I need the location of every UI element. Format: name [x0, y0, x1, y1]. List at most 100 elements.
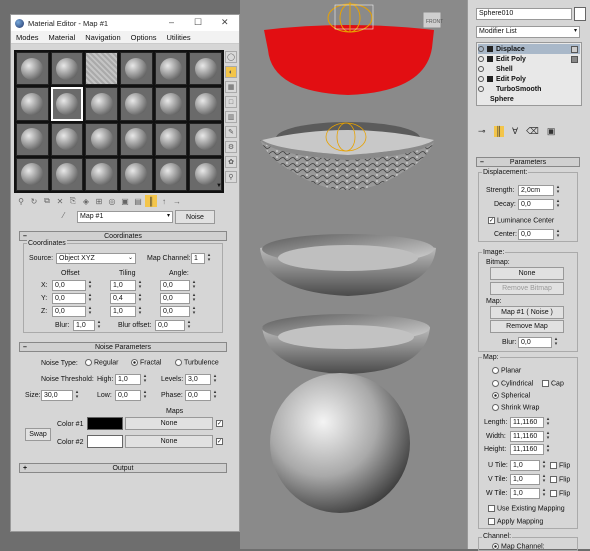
menu-options[interactable]: Options — [126, 33, 162, 42]
sample-slot-selected[interactable] — [50, 87, 84, 121]
assign-to-selection-icon[interactable]: ⧉ — [41, 195, 53, 207]
get-material-icon[interactable]: ⚲ — [15, 195, 27, 207]
lightbulb-icon[interactable] — [478, 66, 484, 72]
angle-x-spinner[interactable]: ▴ ▾ — [191, 280, 197, 291]
tiling-y-spinner[interactable]: ▴ ▾ — [137, 293, 143, 304]
cap-checkbox-row[interactable]: Cap — [542, 380, 564, 387]
size-field[interactable]: 30,0 — [41, 390, 73, 401]
put-to-library-icon[interactable]: ⊞ — [93, 195, 105, 207]
sample-slot[interactable] — [16, 157, 49, 191]
tiling-y-field[interactable]: 0,4 — [110, 293, 136, 304]
menu-material[interactable]: Material — [44, 33, 81, 42]
offset-z-field[interactable]: 0,0 — [52, 306, 86, 317]
map-channel-field[interactable]: 1 — [191, 253, 205, 264]
sample-slot[interactable] — [154, 157, 188, 191]
stack-item-edit-poly[interactable]: Edit Poly — [478, 74, 580, 84]
radio-cylindrical[interactable] — [492, 380, 499, 387]
stack-item-toggle-icon[interactable] — [571, 45, 578, 53]
height-field[interactable]: 11,1160 — [510, 444, 544, 455]
make-unique-icon[interactable]: ◈ — [80, 195, 92, 207]
configure-modifier-sets-icon[interactable]: ▣ — [547, 126, 556, 137]
map-type-spherical[interactable]: Spherical — [492, 392, 530, 399]
expand-icon[interactable] — [487, 46, 493, 52]
angle-z-field[interactable]: 0,0 — [160, 306, 190, 317]
sample-slot[interactable] — [85, 122, 118, 156]
make-unique-icon[interactable]: ∀ — [512, 126, 518, 137]
sample-slot[interactable] — [50, 157, 84, 191]
remove-map-button[interactable]: Remove Map — [490, 320, 564, 333]
remove-bitmap-button[interactable]: Remove Bitmap — [490, 282, 564, 295]
low-field[interactable]: 0,0 — [115, 390, 141, 401]
pin-stack-icon[interactable]: ⊸ — [478, 126, 486, 137]
blur-spinner[interactable]: ▴ ▾ — [96, 320, 102, 331]
blur-field[interactable]: 0,0 — [518, 337, 552, 348]
noise-type-fractal[interactable]: Fractal — [131, 359, 161, 366]
use-existing-mapping-row[interactable]: Use Existing Mapping — [488, 505, 565, 512]
radio-planar[interactable] — [492, 367, 499, 374]
copy-material-icon[interactable]: ⎘ — [67, 195, 79, 207]
stack-item-edit-poly[interactable]: Edit Poly — [478, 54, 580, 64]
maximize-icon[interactable]: ☐ — [194, 17, 202, 28]
phase-field[interactable]: 0,0 — [185, 390, 211, 401]
sample-slot[interactable] — [154, 87, 188, 121]
radio-turbulence[interactable] — [175, 359, 182, 366]
source-dropdown[interactable]: Object XYZ ⌄ — [56, 253, 136, 264]
sample-slot[interactable] — [16, 122, 49, 156]
map-channel-spinner[interactable]: ▴ ▾ — [206, 253, 212, 264]
length-field[interactable]: 11,1160 — [510, 417, 544, 428]
low-spinner[interactable]: ▴ ▾ — [142, 390, 148, 401]
offset-x-spinner[interactable]: ▴ ▾ — [87, 280, 93, 291]
sample-slot[interactable] — [16, 52, 49, 86]
color1-swatch[interactable] — [87, 417, 123, 430]
stack-item-displace[interactable]: Displace — [478, 44, 580, 54]
uv-tiling-icon[interactable]: □ — [225, 96, 237, 108]
remove-modifier-icon[interactable]: ⌫ — [526, 126, 539, 137]
show-map-icon[interactable]: ▣ — [119, 195, 131, 207]
tiling-x-spinner[interactable]: ▴ ▾ — [137, 280, 143, 291]
apply-mapping-checkbox[interactable] — [488, 518, 495, 525]
menu-modes[interactable]: Modes — [11, 33, 44, 42]
parameters-rollout-header[interactable]: – Parameters — [476, 157, 580, 167]
options-icon[interactable]: ⚙ — [225, 141, 237, 153]
luminance-center-checkbox-row[interactable]: ✓ Luminance Center — [488, 217, 554, 224]
stack-item-sphere[interactable]: Sphere — [490, 94, 590, 104]
sample-slot[interactable] — [189, 87, 222, 121]
sample-type-icon[interactable]: ◯ — [225, 51, 237, 63]
sample-slot[interactable] — [85, 157, 118, 191]
blur-offset-spinner[interactable]: ▴ ▾ — [186, 320, 192, 331]
stack-item-toggle-icon[interactable] — [571, 55, 578, 63]
levels-field[interactable]: 3,0 — [185, 374, 211, 385]
tiling-z-spinner[interactable]: ▴ ▾ — [137, 306, 143, 317]
height-spinner[interactable]: ▴ ▾ — [545, 444, 551, 455]
offset-x-field[interactable]: 0,0 — [52, 280, 86, 291]
radio-fractal[interactable] — [131, 359, 138, 366]
background-icon[interactable]: ▦ — [225, 81, 237, 93]
material-editor-window[interactable]: Material Editor - Map #1 – ☐ ✕ Modes Mat… — [10, 14, 240, 532]
show-shaded-icon[interactable]: ║ — [145, 195, 157, 207]
noise-type-regular[interactable]: Regular — [85, 359, 119, 366]
map-button[interactable]: Map #1 ( Noise ) — [490, 306, 564, 319]
angle-y-spinner[interactable]: ▴ ▾ — [191, 293, 197, 304]
w-tile-field[interactable]: 1,0 — [510, 488, 540, 499]
decay-field[interactable]: 0,0 — [518, 199, 554, 210]
lightbulb-icon[interactable] — [478, 46, 484, 52]
blur-field[interactable]: 1,0 — [73, 320, 95, 331]
offset-y-field[interactable]: 0,0 — [52, 293, 86, 304]
cap-checkbox[interactable] — [542, 380, 549, 387]
material-id-channel-icon[interactable]: ◎ — [106, 195, 118, 207]
sample-slot[interactable] — [120, 122, 153, 156]
angle-z-spinner[interactable]: ▴ ▾ — [191, 306, 197, 317]
strength-field[interactable]: 2,0cm — [518, 185, 554, 196]
angle-x-field[interactable]: 0,0 — [160, 280, 190, 291]
lightbulb-icon[interactable] — [478, 76, 484, 82]
apply-mapping-row[interactable]: Apply Mapping — [488, 518, 543, 525]
width-field[interactable]: 11,1160 — [510, 431, 544, 442]
minimize-icon[interactable]: – — [169, 17, 174, 27]
menu-utilities[interactable]: Utilities — [162, 33, 196, 42]
stack-item-turbosmooth[interactable]: TurboSmooth — [478, 84, 580, 94]
sample-slot[interactable] — [120, 87, 153, 121]
sample-slot[interactable] — [50, 122, 84, 156]
material-map-navigator-icon[interactable]: ⚲ — [225, 171, 237, 183]
go-to-parent-icon[interactable]: ↑ — [158, 195, 170, 207]
center-spinner[interactable]: ▴ ▾ — [555, 229, 561, 240]
